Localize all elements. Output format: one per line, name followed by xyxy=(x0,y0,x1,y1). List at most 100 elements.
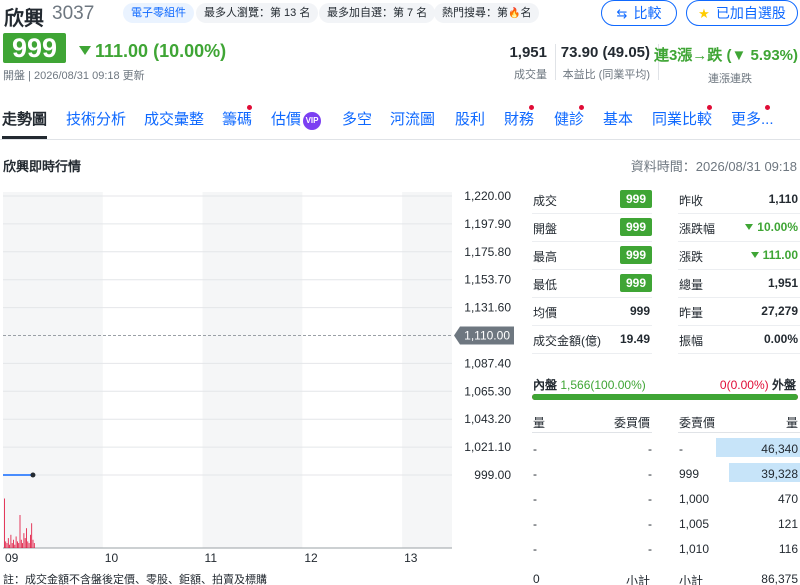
bid-price: - xyxy=(648,492,652,506)
outer-pct: (0.00%) xyxy=(726,378,769,392)
tab-health-check[interactable]: 健診 xyxy=(554,108,584,129)
bid-volume: - xyxy=(533,442,537,456)
quote-row-total-volume: 總量 1,951 xyxy=(678,270,800,298)
quote-row-trade: 成交 999 xyxy=(532,186,652,214)
tab-chips[interactable]: 籌碼 xyxy=(222,108,252,129)
tab-valuation-label: 估價 xyxy=(271,111,302,128)
orderbook-header-bid-price: 委買價 xyxy=(614,416,651,430)
x-tick-label: 13 xyxy=(404,551,418,565)
quote-value-text: 10.00% xyxy=(757,220,798,234)
ask-volume: 121 xyxy=(777,517,798,531)
quote-label: 成交金額(億) xyxy=(533,334,601,348)
y-tick-label: 1,131.60 xyxy=(464,301,511,315)
tab-dividend[interactable]: 股利 xyxy=(455,108,485,129)
tab-technical[interactable]: 技術分析 xyxy=(66,108,126,129)
quote-label: 最高 xyxy=(533,250,558,264)
quote-label: 最低 xyxy=(533,278,558,292)
active-tab-underline xyxy=(2,136,47,139)
bid-price: - xyxy=(648,467,652,481)
tab-basic[interactable]: 基本 xyxy=(603,108,633,129)
section-title: 欣興即時行情 xyxy=(3,159,82,174)
y-tick-label: 1,110.00 xyxy=(464,329,510,343)
compare-button[interactable]: ⇆ 比較 xyxy=(601,0,677,26)
bid-volume: - xyxy=(533,517,537,531)
x-tick-label: 10 xyxy=(105,551,119,565)
price-point xyxy=(30,472,36,478)
orderbook-total-bid: 0 xyxy=(533,572,540,585)
outer-value: 0 xyxy=(719,378,727,392)
intraday-chart: 1,220.00 1,197.90 1,175.80 1,153.70 1,131.60… xyxy=(0,186,522,566)
quote-badge: 999 xyxy=(620,218,652,236)
quote-value: 1,110 xyxy=(768,192,798,206)
tab-more[interactable]: 更多... xyxy=(731,108,774,129)
volume-bar xyxy=(11,543,13,548)
stat-pe-ratio: 73.90 (49.05) 本益比 (同業平均) xyxy=(561,44,650,82)
footnote: 註：成交金額不含盤後定價、零股、鉅額、拍賣及標購 xyxy=(3,574,267,585)
divider xyxy=(555,44,556,80)
volume-bar xyxy=(22,543,23,548)
inner-outer-bar xyxy=(532,394,798,400)
ask-price: 999 xyxy=(679,467,700,481)
divider xyxy=(532,432,652,433)
ask-price: 1,010 xyxy=(679,542,710,556)
bid-price: - xyxy=(648,442,652,456)
quote-row-amplitude: 振幅 0.00% xyxy=(678,326,800,354)
tab-trend[interactable]: 走勢圖 xyxy=(2,108,47,129)
tab-financials[interactable]: 財務 xyxy=(504,108,534,129)
vip-badge: VIP xyxy=(303,112,322,130)
divider xyxy=(678,432,800,433)
tab-river-chart[interactable]: 河流圖 xyxy=(390,108,435,129)
hour-band xyxy=(202,192,303,548)
volume-bar xyxy=(6,543,8,548)
stock-code: 3037 xyxy=(52,3,95,24)
update-time: 開盤 | 2026/08/31 09:18 更新 xyxy=(3,70,145,82)
hot-search-prefix: 熱門搜尋：第 xyxy=(442,7,508,19)
y-tick-label: 1,043.20 xyxy=(464,412,511,426)
volume-bar xyxy=(20,539,22,548)
ask-price: 1,005 xyxy=(679,517,710,531)
stat-volume-label: 成交量 xyxy=(514,69,547,81)
quote-value: 1,951 xyxy=(767,276,798,290)
down-triangle-icon xyxy=(750,252,759,258)
bid-volume: - xyxy=(533,542,537,556)
volume-bar xyxy=(5,541,7,548)
quote-row-high: 最高 999 xyxy=(532,242,652,270)
most-viewed-chip[interactable]: 最多人瀏覽：第 13 名 xyxy=(196,3,319,23)
orderbook-header-ask-volume: 量 xyxy=(786,416,799,430)
tab-valuation[interactable]: 估價 VIP xyxy=(271,108,322,130)
down-triangle-icon xyxy=(745,224,754,230)
inner-outer-volume: 內盤 1,566(100.00%) 0(0.00%) 外盤 xyxy=(532,376,798,402)
stock-name: 欣興 xyxy=(4,8,44,30)
quote-value: 19.49 xyxy=(619,332,650,346)
intraday-chart-svg: 1,220.00 1,197.90 1,175.80 1,153.70 1,131.60… xyxy=(3,189,514,565)
quote-header: 欣興 3037 電子零組件 最多人瀏覽：第 13 名 最多加自選：第 7 名 熱… xyxy=(0,0,800,86)
inner-label: 內盤 xyxy=(533,378,558,392)
quote-row-avg: 均價 999 xyxy=(532,298,652,326)
ask-volume: 470 xyxy=(777,492,798,506)
tab-peer-compare[interactable]: 同業比較 xyxy=(652,108,712,129)
ask-volume: 116 xyxy=(778,542,798,556)
new-dot xyxy=(707,105,712,110)
x-tick-label: 09 xyxy=(5,551,19,565)
most-watchlisted-chip[interactable]: 最多加自選：第 7 名 xyxy=(319,3,436,23)
x-tick-label: 11 xyxy=(205,551,218,565)
industry-chip[interactable]: 電子零組件 xyxy=(123,3,194,23)
volume-bar xyxy=(32,539,34,548)
volume-bar xyxy=(26,528,27,548)
y-tick-label: 1,021.10 xyxy=(464,440,511,454)
quote-row-low: 最低 999 xyxy=(532,270,652,298)
watchlist-button[interactable]: ★ 已加自選股 xyxy=(686,0,798,26)
tab-trades[interactable]: 成交彙整 xyxy=(144,108,204,129)
current-price: 999 xyxy=(3,33,66,63)
orderbook-subtotal-label: 小計 xyxy=(679,574,704,585)
volume-bar xyxy=(31,523,33,548)
quote-label: 振幅 xyxy=(679,334,704,348)
inner-pct: (100.00%) xyxy=(590,378,646,392)
nav-tabs: 走勢圖 技術分析 成交彙整 籌碼 估價 VIP 多空 河流圖 股利 財務 健診 基… xyxy=(0,98,800,140)
new-dot xyxy=(529,105,534,110)
quote-badge: 999 xyxy=(620,190,652,208)
tab-bull-bear[interactable]: 多空 xyxy=(342,108,372,129)
ask-price: - xyxy=(679,442,683,456)
hot-search-chip[interactable]: 熱門搜尋：第🔥名 xyxy=(434,3,540,23)
ask-volume: 46,340 xyxy=(761,442,798,456)
